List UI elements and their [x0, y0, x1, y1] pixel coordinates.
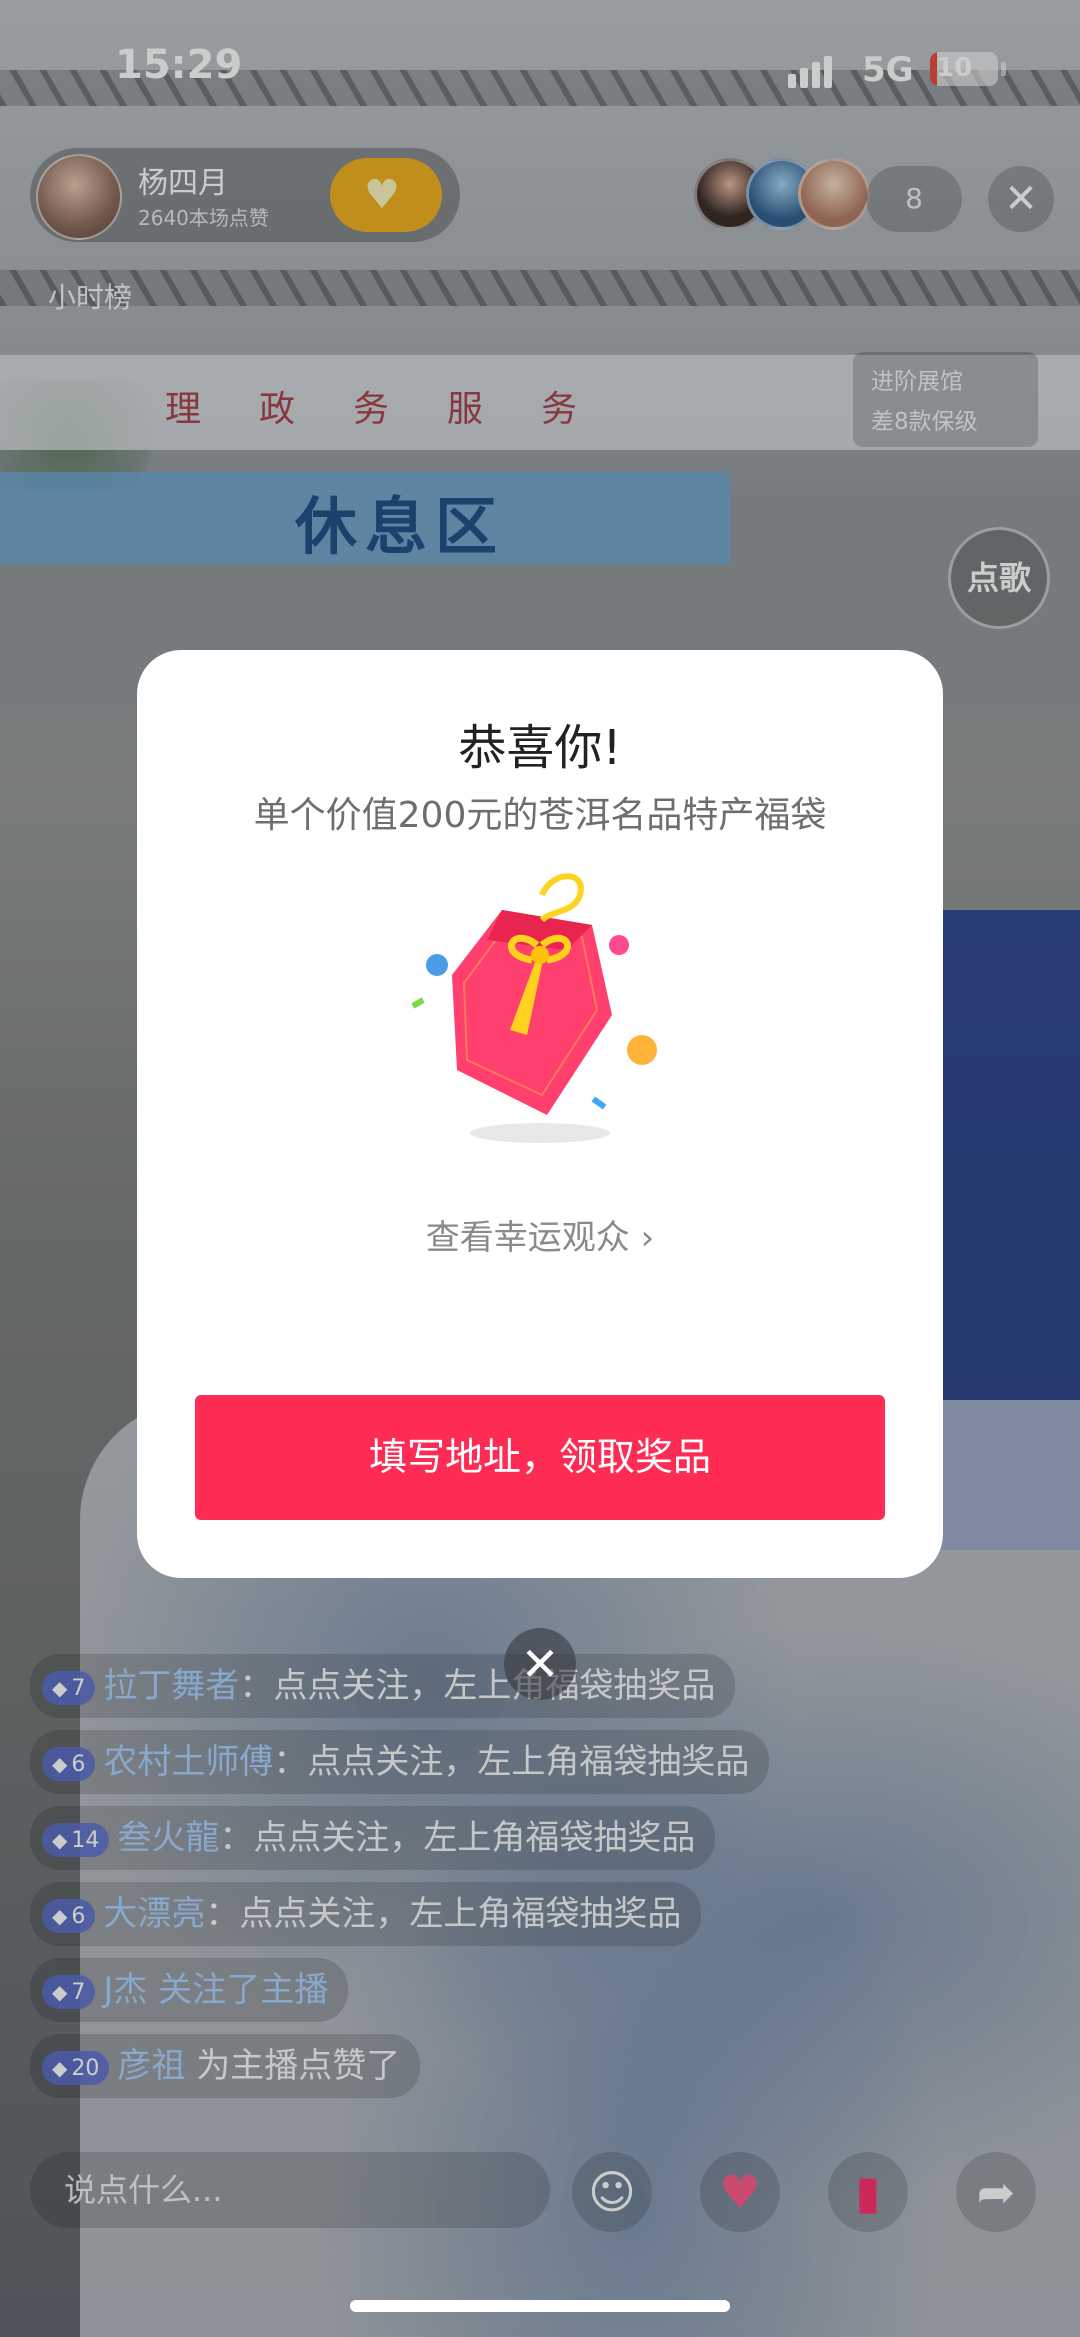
lucky-bag-icon: [392, 865, 692, 1165]
see-lucky-viewers-link[interactable]: 查看幸运观众 ›: [137, 1210, 943, 1259]
home-indicator[interactable]: [350, 2300, 730, 2312]
modal-title: 恭喜你!: [458, 720, 622, 776]
modal-close-icon[interactable]: ✕: [504, 1628, 576, 1700]
modal-subtitle: 单个价值200元的苍洱名品特产福袋: [253, 795, 827, 836]
claim-prize-button[interactable]: 填写地址，领取奖品: [195, 1395, 885, 1520]
prize-modal: 恭喜你! 单个价值200元的苍洱名品特产福袋 查看幸运观众 › 填写地址，领取奖…: [137, 650, 943, 1578]
